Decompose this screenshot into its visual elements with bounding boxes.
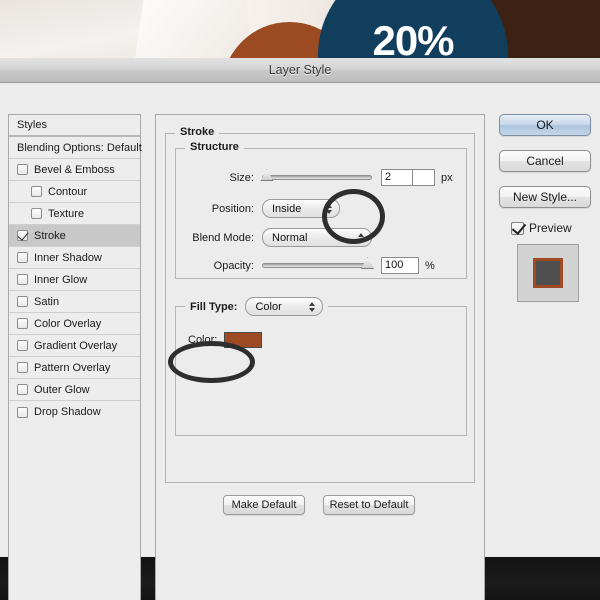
styles-list-item-label: Drop Shadow [34,406,101,418]
preview-label: Preview [529,221,572,235]
preview-checkbox[interactable] [511,221,524,235]
styles-list-item-texture[interactable]: Texture [9,203,140,225]
size-value[interactable]: 2 [381,169,413,186]
styles-list-item-label: Texture [48,207,85,220]
color-row: Color: [188,332,263,348]
background-percent-label: 20% [372,17,454,59]
blend-mode-select[interactable]: Normal [262,228,372,247]
styles-list-item-label: Gradient Overlay [34,339,118,352]
styles-list-item-drop-shadow[interactable]: Drop Shadow [9,401,140,423]
stroke-groupbox-legend: Stroke [175,126,220,138]
styles-list-item-color-overlay[interactable]: Color Overlay [9,313,140,335]
position-select-value: Inside [272,202,302,215]
new-style-button[interactable]: New Style... [499,186,591,208]
preview-thumbnail [517,244,579,302]
styles-list-item-label: Inner Glow [34,273,88,286]
fill-type-legend: Fill Type: Color [185,297,329,316]
styles-list-checkbox[interactable] [31,208,42,219]
fill-type-select[interactable]: Color [245,297,324,316]
opacity-value[interactable]: 100 [381,257,419,274]
fill-type-stepper-icon [309,301,316,312]
stroke-groupbox: Stroke Structure Size: 2 px Position: In… [165,126,475,483]
cancel-button[interactable]: Cancel [499,150,591,172]
styles-list-item-label: Blending Options: Default [17,141,142,154]
styles-list-item-contour[interactable]: Contour [9,181,140,203]
styles-list-item-styles[interactable]: Styles [9,115,140,137]
styles-list-checkbox[interactable] [17,230,28,241]
fill-type-groupbox: Fill Type: Color Color: [175,297,467,436]
blend-mode-stepper-icon [358,232,364,243]
structure-groupbox: Structure Size: 2 px Position: Inside Bl… [175,141,468,279]
styles-list-item-blending-options-default[interactable]: Blending Options: Default [9,137,142,159]
styles-list-item-inner-shadow[interactable]: Inner Shadow [9,247,140,269]
styles-list-item-inner-glow[interactable]: Inner Glow [9,269,140,291]
fill-type-label: Fill Type: [190,300,238,313]
styles-list-checkbox[interactable] [17,406,28,418]
screen: 20% Layer Style Styles Blending Options: … [0,0,600,600]
styles-list-checkbox[interactable] [31,186,42,197]
styles-list-panel: Styles Blending Options: Default Bevel & E… [8,114,142,600]
styles-list-item-pattern-overlay[interactable]: Pattern Overlay [9,357,140,379]
size-unit: px [441,171,453,184]
color-swatch[interactable] [224,332,263,348]
styles-list-item-label: Contour [48,185,88,198]
styles-list-item-label: Pattern Overlay [34,361,111,374]
opacity-unit: % [425,259,435,272]
color-label: Color: [188,334,218,346]
styles-list-item-stroke[interactable]: Stroke [9,225,140,247]
background-photo: 20% [0,0,600,58]
preview-toggle[interactable]: Preview [511,221,572,235]
blend-mode-row: Blend Mode: Normal [176,228,468,247]
position-label: Position: [211,202,254,215]
styles-list-item-satin[interactable]: Satin [9,291,140,313]
size-label: Size: [229,171,254,184]
make-default-button[interactable]: Make Default [223,495,305,515]
position-row: Position: Inside [176,199,468,218]
opacity-row: Opacity: 100 % [176,257,468,274]
ok-button[interactable]: OK [499,114,591,136]
styles-list-item-label: Bevel & Emboss [34,163,115,176]
position-select[interactable]: Inside [262,199,340,218]
styles-list-checkbox[interactable] [17,318,28,329]
size-row: Size: 2 px [176,169,468,186]
styles-list-checkbox[interactable] [17,384,28,395]
position-stepper-icon [326,203,332,214]
styles-list-checkbox[interactable] [17,252,28,263]
opacity-slider[interactable] [262,257,374,269]
styles-list-item-label: Outer Glow [34,383,90,396]
styles-list-checkbox[interactable] [17,274,28,285]
dialog-title: Layer Style [268,63,332,77]
styles-list-item-label: Satin [34,295,60,308]
preview-thumbnail-shape [533,258,563,288]
blend-mode-select-value: Normal [272,231,308,244]
opacity-label: Opacity: [213,259,254,272]
layer-style-dialog: Layer Style Styles Blending Options: Defa… [0,58,600,600]
styles-list-checkbox[interactable] [17,296,28,307]
styles-list-checkbox[interactable] [17,340,28,351]
fill-type-select-value: Color [255,300,282,313]
stroke-settings-panel: Stroke Structure Size: 2 px Position: In… [155,114,485,600]
styles-list-checkbox[interactable] [17,362,28,373]
reset-to-default-button[interactable]: Reset to Default [323,495,415,515]
structure-groupbox-legend: Structure [185,141,244,153]
size-value-spacer [413,169,435,186]
styles-list-item-outer-glow[interactable]: Outer Glow [9,379,140,401]
dialog-body: Styles Blending Options: Default Bevel & E… [0,83,600,600]
styles-list-item-gradient-overlay[interactable]: Gradient Overlay [9,335,140,357]
styles-list-item-label: Inner Shadow [34,251,102,264]
styles-list-item-label: Stroke [34,229,66,242]
styles-list-item-bevel-emboss[interactable]: Bevel & Emboss [9,159,140,181]
styles-list-checkbox[interactable] [17,164,28,175]
styles-list-item-label: Color Overlay [34,317,102,330]
blend-mode-label: Blend Mode: [192,231,254,244]
dialog-titlebar[interactable]: Layer Style [0,58,600,83]
styles-list-item-label: Styles [17,119,47,131]
size-slider[interactable] [260,169,372,181]
